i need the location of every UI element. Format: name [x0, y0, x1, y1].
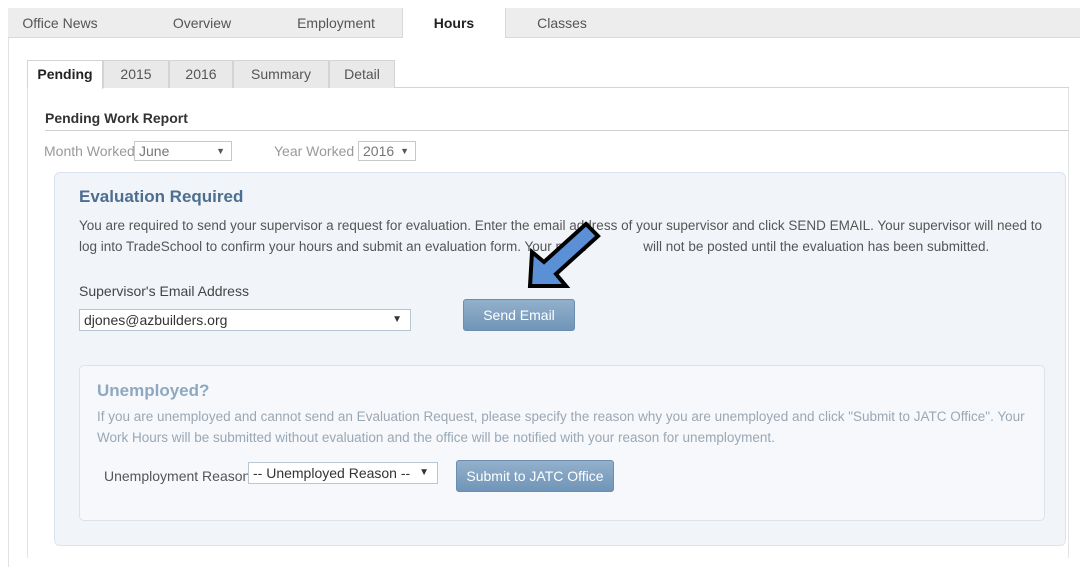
supervisor-email-value: djones@azbuilders.org — [84, 312, 228, 328]
evaluation-text-part2: will not be posted until the evaluation … — [639, 239, 990, 254]
main-tab-bar: Office News Overview Employment Hours Cl… — [8, 8, 1080, 39]
pending-content: Pending Work Report Month Worked June ▼ … — [27, 88, 1069, 558]
year-worked-select[interactable]: 2016 ▼ — [358, 141, 416, 161]
tab-summary[interactable]: Summary — [233, 60, 329, 88]
unemployment-reason-value: -- Unemployed Reason -- — [253, 465, 411, 481]
evaluation-title: Evaluation Required — [79, 187, 244, 206]
tab-2015[interactable]: 2015 — [103, 60, 169, 88]
chevron-down-icon: ▼ — [419, 467, 429, 478]
tab-overview[interactable]: Overview — [146, 8, 258, 38]
unemployed-box: Unemployed? If you are unemployed and ca… — [79, 365, 1045, 521]
sub-tab-bar: Pending 2015 2016 Summary Detail — [27, 58, 1069, 89]
unemployed-instructions: If you are unemployed and cannot send an… — [97, 409, 1025, 445]
unemployment-reason-select[interactable]: -- Unemployed Reason -- ▼ — [248, 462, 438, 484]
unemployment-reason-label: Unemployment Reason — [104, 468, 251, 484]
month-worked-value: June — [139, 143, 170, 159]
tab-2016[interactable]: 2016 — [169, 60, 233, 88]
chevron-down-icon: ▼ — [392, 314, 402, 325]
supervisor-email-select[interactable]: djones@azbuilders.org ▼ — [79, 309, 411, 331]
send-email-button[interactable]: Send Email — [463, 299, 575, 331]
year-worked-label: Year Worked — [274, 143, 355, 159]
page-title: Pending Work Report — [45, 110, 188, 126]
month-worked-select[interactable]: June ▼ — [134, 141, 232, 161]
year-worked-value: 2016 — [363, 143, 395, 159]
chevron-down-icon: ▼ — [400, 146, 409, 156]
unemployed-title: Unemployed? — [97, 381, 210, 400]
tab-pending[interactable]: Pending — [27, 60, 103, 89]
submit-to-jatc-button[interactable]: Submit to JATC Office — [456, 460, 614, 492]
supervisor-email-label: Supervisor's Email Address — [79, 283, 249, 299]
divider — [45, 130, 1069, 131]
tab-detail[interactable]: Detail — [329, 60, 395, 88]
chevron-down-icon: ▼ — [216, 146, 225, 156]
tab-office-news[interactable]: Office News — [8, 8, 112, 38]
tab-employment[interactable]: Employment — [276, 8, 396, 38]
month-worked-label: Month Worked — [44, 143, 135, 159]
tab-hours[interactable]: Hours — [402, 8, 506, 39]
tab-classes[interactable]: Classes — [508, 8, 616, 38]
pointer-arrow-icon — [527, 221, 601, 288]
hours-panel: Pending 2015 2016 Summary Detail Pending… — [8, 38, 1080, 567]
